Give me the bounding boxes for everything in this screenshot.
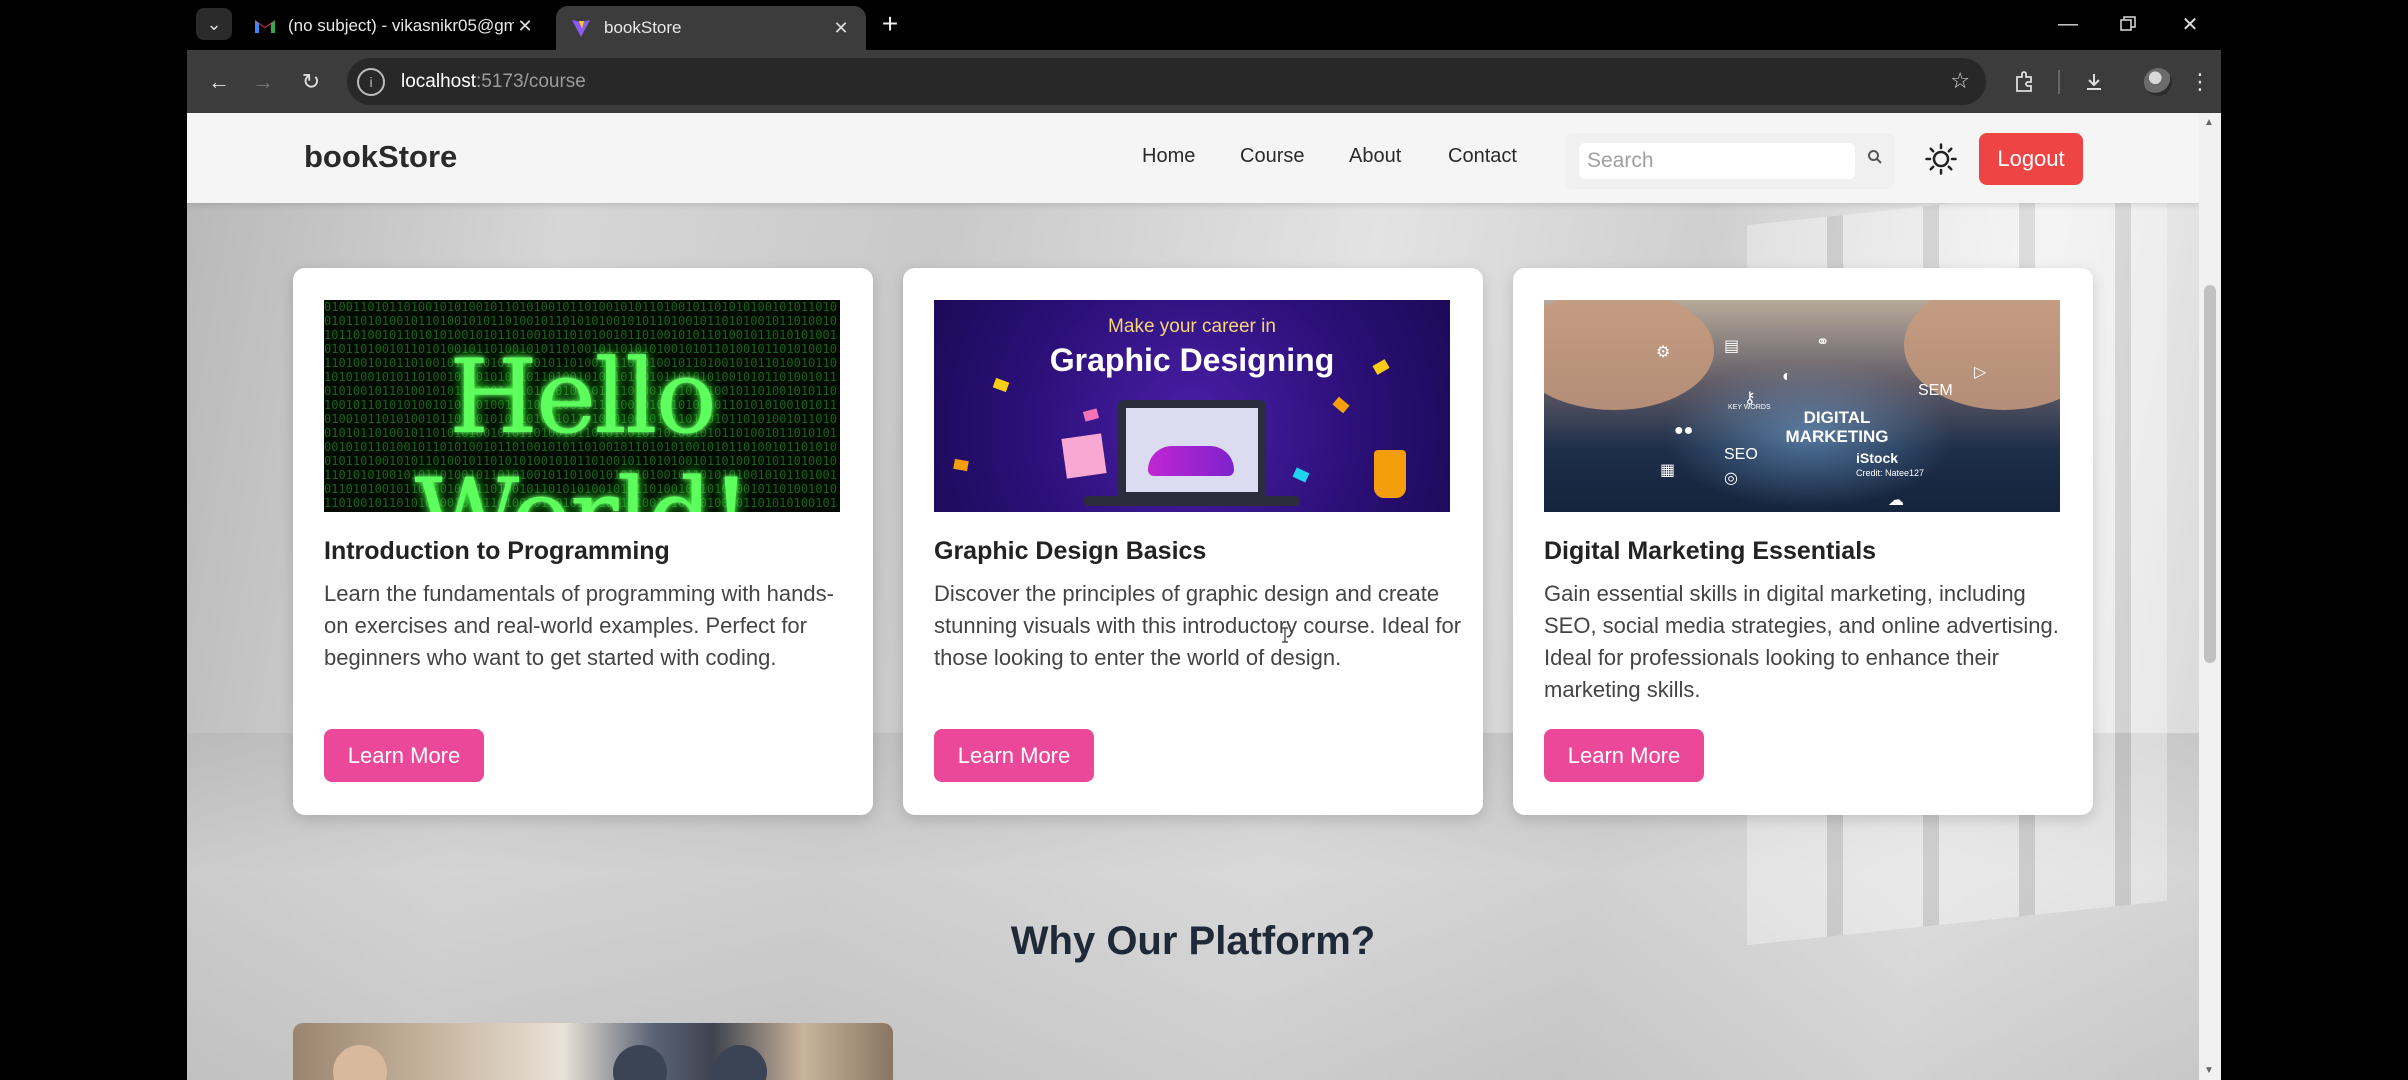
url-text[interactable]: localhost:5173/course	[401, 71, 586, 93]
extensions-puzzle-icon[interactable]	[2006, 64, 2042, 100]
forward-arrow-icon[interactable]: →	[245, 64, 281, 100]
course-card: 0100110101101001010100101101010010110100…	[293, 268, 873, 815]
bookmark-star-icon[interactable]: ☆	[1950, 68, 1970, 94]
confetti-graphic	[1292, 467, 1310, 483]
course-description: Gain essential skills in digital marketi…	[1544, 581, 2059, 702]
browser-tab-strip: ⌄ (no subject) - vikasnikr05@gmail.com ✕…	[0, 0, 2408, 50]
course-title: Graphic Design Basics	[934, 537, 1207, 565]
vite-icon	[570, 17, 592, 39]
tab-title: bookStore	[604, 18, 682, 37]
scroll-down-arrow-icon[interactable]: ▼	[2204, 1065, 2214, 1076]
reload-icon[interactable]: ↻	[293, 64, 329, 100]
profile-avatar[interactable]	[2144, 68, 2172, 96]
sticky-note-graphic	[1061, 433, 1107, 479]
hello-world-image-text: Hello World!	[415, 338, 752, 512]
image-credit: Credit: Natee127	[1856, 468, 1925, 478]
back-arrow-icon[interactable]: ←	[201, 64, 237, 100]
coffee-cup-graphic	[1374, 450, 1406, 498]
learn-more-button[interactable]: Learn More	[1544, 729, 1704, 782]
page-viewport: bookStore Home Course About Contact Sear…	[187, 113, 2221, 1080]
play-icon: ▷	[1974, 364, 1987, 381]
seo-label: SEO	[1724, 446, 1758, 463]
graphic-image-tagline: Make your career in	[1108, 316, 1276, 337]
site-info-icon[interactable]: i	[357, 67, 385, 96]
calendar-icon: ▦	[1660, 462, 1676, 479]
platform-team-image	[293, 1023, 893, 1080]
gauge-icon: ◐	[1782, 368, 1792, 385]
new-tab-plus-icon[interactable]: +	[874, 8, 906, 40]
search-box	[1565, 133, 1895, 189]
shoe-graphic	[1148, 446, 1234, 476]
course-image-graphic-design: Make your career in Graphic Designing	[934, 300, 1450, 512]
download-icon[interactable]	[2076, 64, 2112, 100]
person-graphic	[333, 1045, 387, 1080]
tablet-graphic	[1118, 400, 1266, 500]
users-icon: ●●	[1674, 422, 1694, 439]
course-image-hello-world: 0100110101101001010100101101010010110100…	[324, 300, 840, 512]
browser-toolbar: ← → ↻ i localhost:5173/course ☆ ⋮	[187, 50, 2221, 113]
screen: ⌄ (no subject) - vikasnikr05@gmail.com ✕…	[0, 0, 2408, 1080]
course-description: Discover the principles of graphic desig…	[934, 581, 1462, 670]
confetti-graphic	[992, 377, 1010, 393]
section-title: Why Our Platform?	[1010, 919, 1376, 963]
close-tab-icon[interactable]: ✕	[514, 15, 536, 37]
page-scrollbar[interactable]: ▲ ▼	[2199, 113, 2221, 1080]
sun-theme-toggle-icon[interactable]	[1925, 143, 1957, 175]
search-input[interactable]	[1579, 143, 1855, 179]
nav-link-home[interactable]: Home	[1142, 145, 1195, 168]
link-icon: ⚭	[1816, 334, 1830, 351]
learn-more-button[interactable]: Learn More	[934, 729, 1094, 782]
tab-gmail[interactable]: (no subject) - vikasnikr05@gmail.com ✕	[240, 6, 550, 46]
confetti-graphic	[1082, 408, 1100, 422]
nav-link-course[interactable]: Course	[1240, 145, 1304, 168]
confetti-graphic	[953, 458, 969, 472]
minimize-icon[interactable]: —	[2046, 6, 2090, 42]
course-card: ⚙ ▤ ⚭ ⚷ ◐ ●● ▦ ◎ ▷ ☁ SEO SEM KEY WORDS D…	[1513, 268, 2093, 815]
kebab-menu-icon[interactable]: ⋮	[2182, 64, 2218, 100]
gmail-icon	[254, 15, 276, 37]
restore-icon[interactable]	[2106, 6, 2150, 42]
tab-title: (no subject) - vikasnikr05@gmail.com	[288, 16, 514, 35]
course-card: Make your career in Graphic Designing Gr…	[903, 268, 1483, 815]
course-image-digital-marketing: ⚙ ▤ ⚭ ⚷ ◐ ●● ▦ ◎ ▷ ☁ SEO SEM KEY WORDS D…	[1544, 300, 2060, 512]
nav-link-about[interactable]: About	[1349, 145, 1401, 168]
cloud-icon: ☁	[1888, 492, 1904, 509]
nav-link-contact[interactable]: Contact	[1448, 145, 1517, 168]
site-navbar: bookStore Home Course About Contact Sear…	[187, 113, 2199, 203]
keywords-label: KEY WORDS	[1728, 404, 1771, 411]
graphic-image-heading: Graphic Designing	[1049, 342, 1335, 378]
globe-icon: ◎	[1724, 470, 1738, 487]
tablet-stand-graphic	[1084, 496, 1300, 506]
digital-marketing-image-text: DIGITAL MARKETING	[1785, 408, 1889, 446]
analytics-icon: ▤	[1724, 338, 1740, 355]
address-bar[interactable]: i localhost:5173/course ☆	[347, 58, 1986, 105]
person-graphic	[613, 1045, 667, 1080]
tab-bookstore[interactable]: bookStore ✕	[556, 6, 866, 50]
learn-more-button[interactable]: Learn More	[324, 729, 484, 782]
person-graphic	[713, 1045, 767, 1080]
logout-button[interactable]: Logout	[1979, 133, 2083, 185]
scrollbar-thumb[interactable]	[2204, 285, 2216, 663]
sem-label: SEM	[1918, 382, 1953, 399]
istock-watermark: iStock	[1856, 450, 1899, 466]
search-icon[interactable]	[1867, 149, 1883, 170]
confetti-graphic	[1332, 396, 1350, 414]
course-description: Learn the fundamentals of programming wi…	[324, 581, 834, 670]
brand-logo[interactable]: bookStore	[304, 139, 457, 175]
tab-search-chevron-icon[interactable]: ⌄	[196, 8, 232, 40]
scroll-up-arrow-icon[interactable]: ▲	[2204, 117, 2214, 128]
gears-icon: ⚙	[1656, 344, 1671, 361]
close-tab-icon[interactable]: ✕	[830, 17, 852, 39]
toolbar-divider	[2058, 70, 2060, 94]
text-cursor-icon	[1281, 627, 1288, 643]
close-window-icon[interactable]: ✕	[2168, 6, 2212, 42]
course-title: Introduction to Programming	[324, 537, 670, 565]
course-title: Digital Marketing Essentials	[1544, 537, 1877, 565]
